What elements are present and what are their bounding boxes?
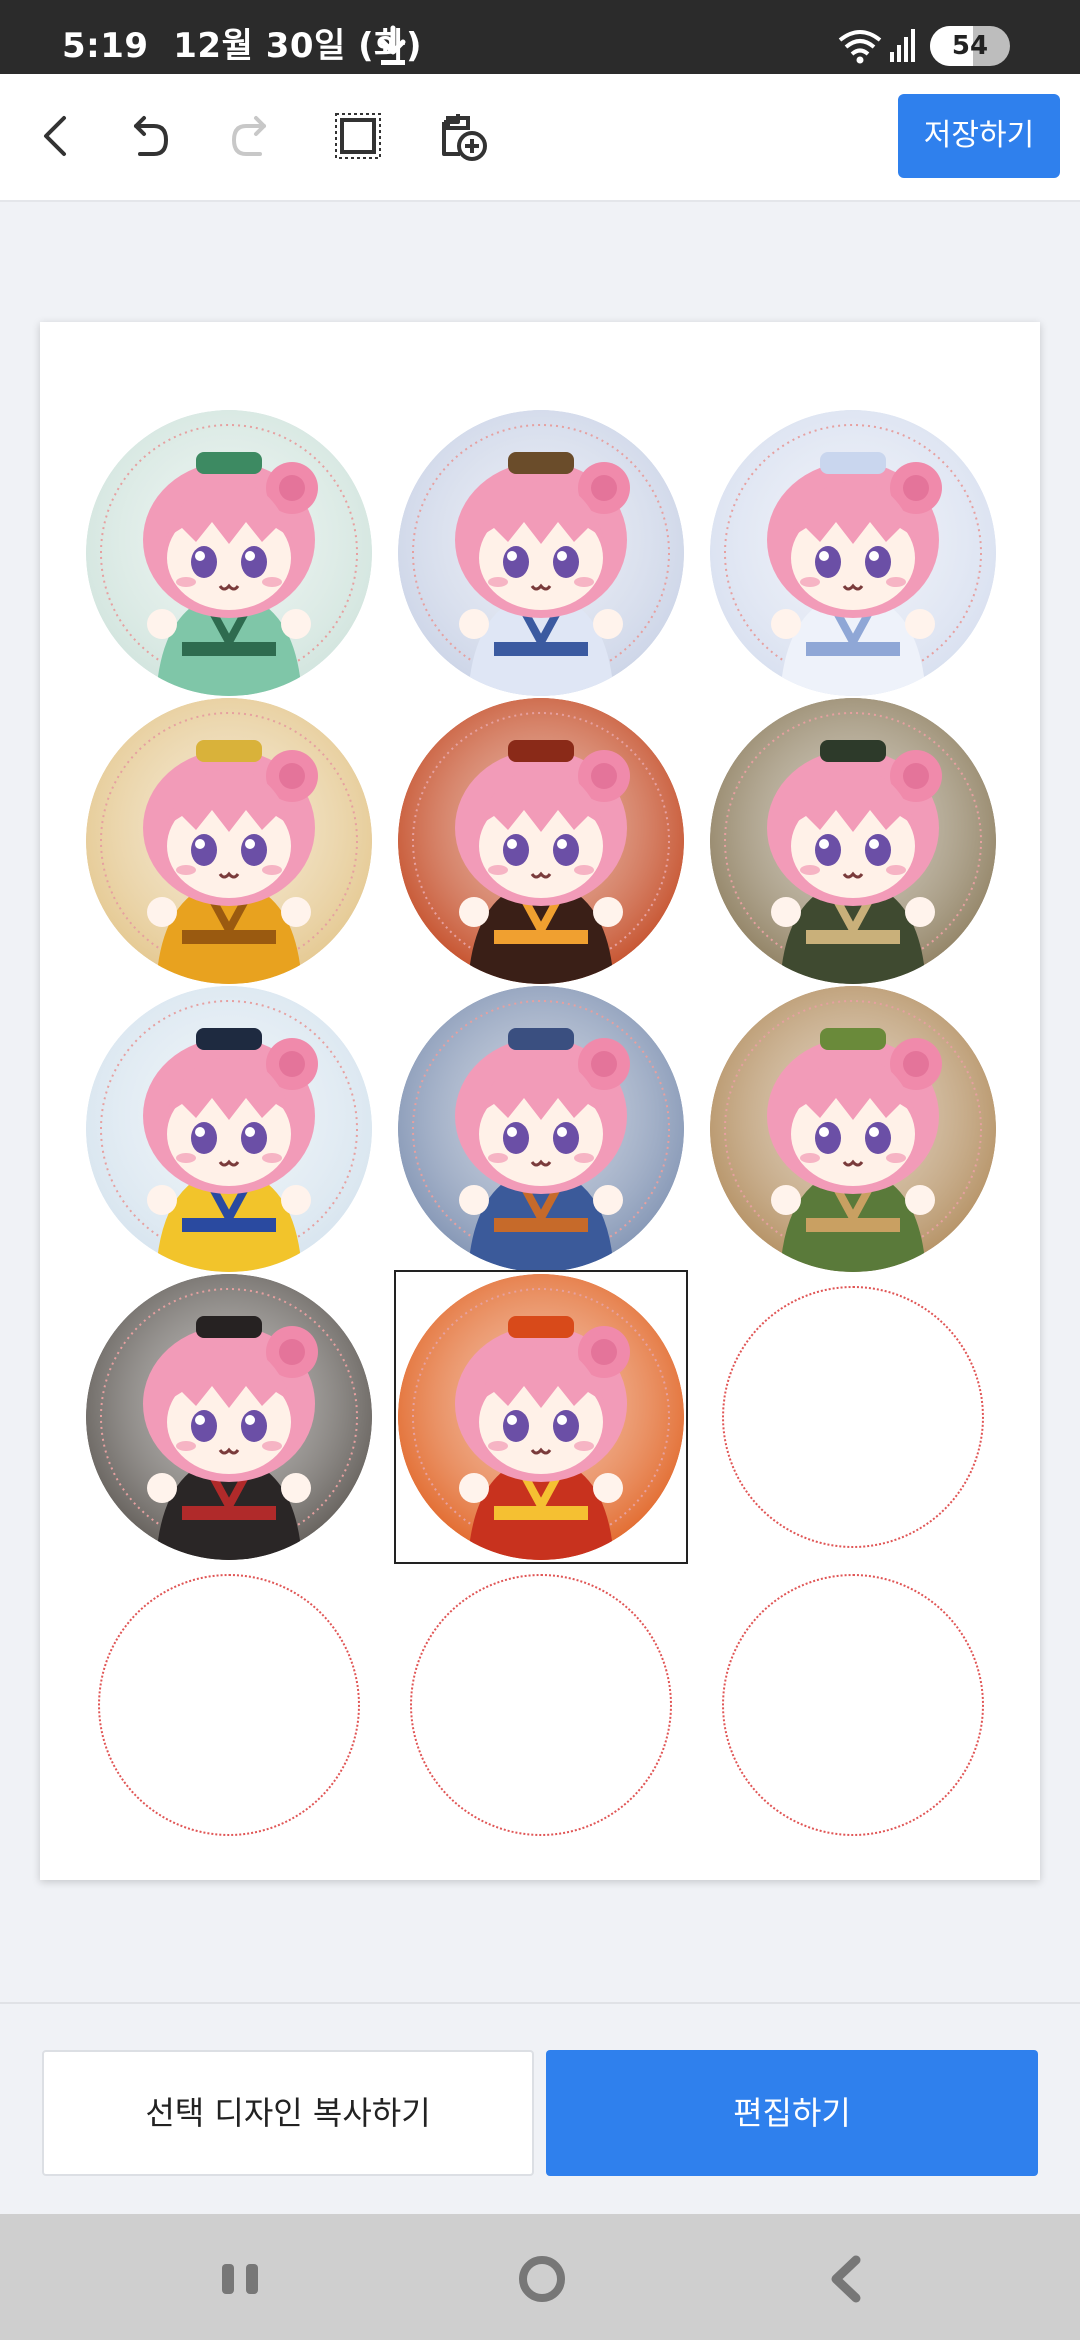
system-nav-bar <box>0 2214 1080 2340</box>
wifi-icon <box>838 30 882 64</box>
back-nav-icon[interactable] <box>816 2248 876 2308</box>
edit-button[interactable]: 편집하기 <box>546 2050 1038 2176</box>
add-image-icon[interactable] <box>430 104 494 168</box>
sticker-jade-scholar[interactable] <box>86 410 372 696</box>
sticker-golden-monk[interactable] <box>86 698 372 984</box>
status-time: 5:19 12월 30일 (화) <box>62 18 422 67</box>
sticker-demon-lord[interactable] <box>398 698 684 984</box>
sticker-yin-yang-taoist[interactable] <box>86 986 372 1272</box>
sticker-wandering-scribe[interactable] <box>710 698 996 984</box>
signal-icon <box>890 29 915 62</box>
status-bar: 5:19 12월 30일 (화) 54 <box>0 0 1080 74</box>
bottom-action-bar: 선택 디자인 복사하기 편집하기 <box>0 2002 1080 2214</box>
toolbar: 저장하기 <box>0 74 1080 202</box>
battery-level: 54 <box>951 31 989 61</box>
sticker-snow-sword[interactable] <box>710 410 996 696</box>
battery-icon: 54 <box>930 26 1010 66</box>
sticker-taoist-gourd[interactable] <box>398 410 684 696</box>
download-icon <box>380 25 406 65</box>
home-icon[interactable] <box>512 2248 572 2308</box>
undo-icon[interactable] <box>116 104 180 168</box>
copy-selected-design-button[interactable]: 선택 디자인 복사하기 <box>42 2050 534 2176</box>
sticker-forest-bandit[interactable] <box>710 986 996 1272</box>
selection-frame[interactable] <box>394 1270 688 1564</box>
back-icon[interactable] <box>24 104 88 168</box>
sticker-canvas[interactable] <box>40 322 1040 1880</box>
clock: 5:19 <box>62 26 149 66</box>
redo-icon[interactable] <box>220 104 284 168</box>
recents-icon[interactable] <box>210 2248 270 2308</box>
empty-sticker-slot[interactable] <box>722 1574 984 1836</box>
empty-sticker-slot[interactable] <box>722 1286 984 1548</box>
empty-sticker-slot[interactable] <box>98 1574 360 1836</box>
sticker-black-assassin[interactable] <box>86 1274 372 1560</box>
empty-sticker-slot[interactable] <box>410 1574 672 1836</box>
sticker-blue-warrior[interactable] <box>398 986 684 1272</box>
save-button[interactable]: 저장하기 <box>898 94 1060 178</box>
crop-icon[interactable] <box>326 104 390 168</box>
